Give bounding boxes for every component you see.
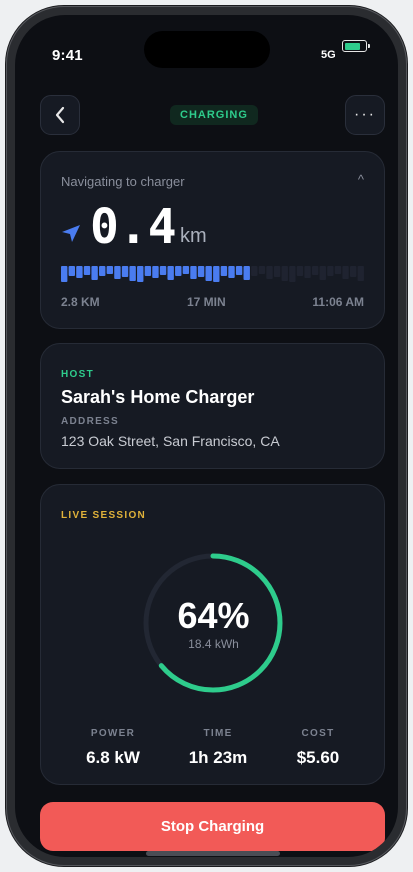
- live-session-label: LIVE SESSION: [61, 510, 147, 521]
- screen: 9:41 5G CHARGING ··· Navigating to charg…: [15, 15, 398, 857]
- network-indicator: 5G: [321, 49, 336, 61]
- status-time: 9:41: [52, 47, 83, 64]
- route-segment: [349, 266, 357, 277]
- live-session-card: LIVE SESSION 64% 18.4 kWh POWER 6.8 kW T…: [40, 484, 385, 785]
- route-segment: [281, 266, 288, 281]
- metric-label: TIME: [203, 728, 233, 739]
- host-address: 123 Oak Street, San Francisco, CA: [61, 433, 280, 449]
- route-segment: [167, 266, 174, 280]
- route-segment: [129, 266, 136, 281]
- host-card: HOST Sarah's Home Charger ADDRESS 123 Oa…: [40, 343, 385, 469]
- phone-frame: 9:41 5G CHARGING ··· Navigating to charg…: [6, 6, 407, 866]
- route-segment: [334, 266, 342, 274]
- route-segment: [220, 266, 228, 276]
- stop-charging-button[interactable]: Stop Charging: [40, 802, 385, 851]
- arrival-time: 11:06 AM: [312, 295, 364, 309]
- route-segment: [152, 266, 159, 278]
- back-button[interactable]: [40, 95, 80, 135]
- route-segment: [304, 266, 311, 278]
- route-segment: [342, 266, 349, 279]
- metric-label: POWER: [90, 728, 136, 739]
- route-segment: [114, 266, 121, 279]
- route-segment: [106, 266, 114, 274]
- route-segment: [61, 266, 68, 282]
- chevron-left-icon: [55, 106, 65, 124]
- more-options-button[interactable]: ···: [345, 95, 385, 135]
- home-indicator[interactable]: [146, 851, 280, 856]
- route-segment: [83, 266, 91, 275]
- distance-value: 0.4: [90, 199, 177, 255]
- route-segment: [228, 266, 235, 278]
- route-segment: [235, 266, 243, 275]
- metric-label: COST: [301, 728, 335, 739]
- energy-delivered: 18.4 kWh: [188, 637, 239, 651]
- route-segment: [205, 266, 212, 281]
- route-segment: [213, 266, 220, 282]
- route-segment: [175, 266, 182, 276]
- distance-unit: km: [180, 225, 207, 247]
- route-segment: [243, 266, 250, 280]
- navigation-title: Navigating to charger: [61, 174, 185, 189]
- route-progress-bar: [61, 266, 364, 282]
- navigation-arrow-icon: [62, 225, 80, 242]
- collapse-toggle[interactable]: ^: [358, 172, 364, 187]
- route-segment: [266, 266, 273, 279]
- route-segment: [190, 266, 197, 279]
- battery-icon: [342, 40, 370, 52]
- metric-time: TIME 1h 23m: [168, 728, 268, 768]
- route-segment: [144, 266, 152, 276]
- route-segment: [99, 266, 106, 276]
- metric-value: 1h 23m: [188, 748, 248, 767]
- navigation-card: Navigating to charger ^ 0.4 km 2.8 KM 17…: [40, 151, 385, 329]
- charging-status-badge: CHARGING: [170, 105, 258, 125]
- route-segment: [289, 266, 296, 282]
- route-segment: [91, 266, 98, 280]
- route-segment: [273, 266, 281, 277]
- route-segment: [121, 266, 129, 277]
- charge-percent: 64%: [177, 595, 250, 636]
- route-segment: [327, 266, 334, 276]
- route-segment: [357, 266, 364, 281]
- route-segment: [311, 266, 319, 275]
- metric-value: 6.8 kW: [86, 748, 140, 767]
- route-segment: [251, 266, 258, 276]
- ellipsis-icon: ···: [354, 106, 376, 123]
- route-segment: [159, 266, 167, 275]
- eta-duration: 17 MIN: [187, 295, 226, 309]
- route-segment: [137, 266, 144, 282]
- route-segment: [258, 266, 266, 274]
- route-segment: [319, 266, 326, 280]
- remaining-distance: 2.8 KM: [61, 295, 100, 309]
- metric-power: POWER 6.8 kW: [63, 728, 163, 768]
- route-segment: [296, 266, 304, 276]
- metric-cost: COST $5.60: [268, 728, 368, 768]
- route-segment: [68, 266, 75, 276]
- route-segment: [76, 266, 83, 278]
- route-segment: [197, 266, 205, 277]
- host-label: HOST: [61, 369, 94, 380]
- dynamic-island: [144, 31, 270, 68]
- host-name: Sarah's Home Charger: [61, 387, 255, 407]
- route-segment: [182, 266, 190, 274]
- metric-value: $5.60: [296, 748, 340, 767]
- address-label: ADDRESS: [61, 416, 119, 427]
